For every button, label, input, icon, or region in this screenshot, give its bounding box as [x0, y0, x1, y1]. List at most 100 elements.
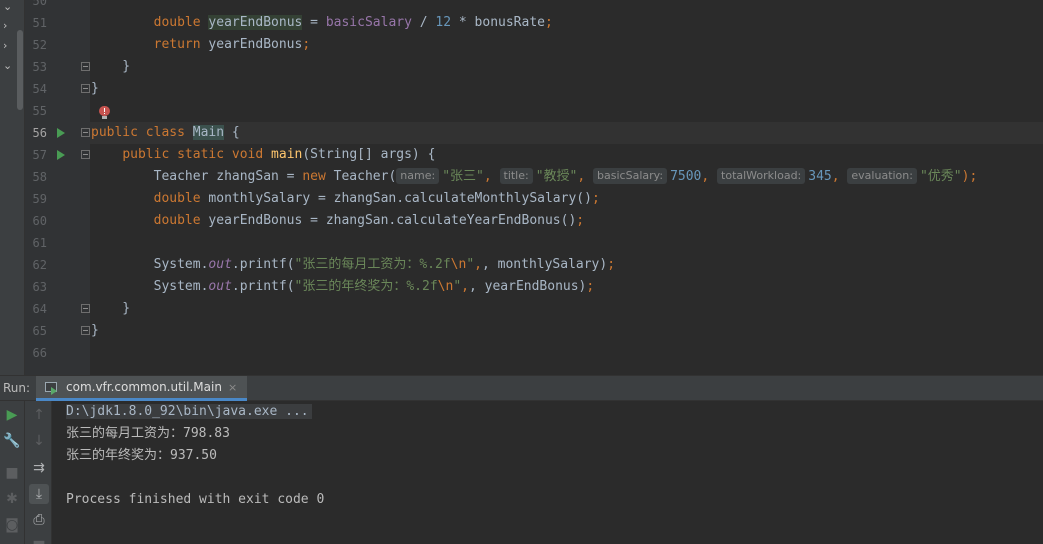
chevron-right-icon[interactable]: ›: [3, 40, 7, 51]
code-text: .printf(: [231, 279, 295, 294]
line-number: 63: [32, 280, 47, 294]
code-text: , monthlySalary): [481, 257, 608, 272]
line-number: 53: [32, 60, 47, 74]
code-line-56[interactable]: public class Main {: [91, 122, 240, 144]
code-line-57[interactable]: public static void main(String[] args) {: [91, 144, 435, 166]
run-toolbar-secondary: ↑ ↓ ⇉ ⤓ ⎙ ▬: [25, 401, 52, 544]
line-number: 55: [32, 104, 47, 118]
console-line: 张三的年终奖为：937.50: [66, 448, 217, 463]
code-line-62[interactable]: System.out.printf("张三的每月工资为：%.2f\n",, mo…: [91, 254, 615, 276]
run-header: Run: com.vfr.common.util.Main ×: [0, 375, 1043, 401]
line-number: 50: [32, 0, 47, 8]
console-line: Process finished with exit code 0: [66, 492, 325, 507]
soft-wrap-icon[interactable]: ⇉: [29, 458, 49, 478]
keyword: double: [153, 213, 201, 228]
code-line-58[interactable]: Teacher zhangSan = new Teacher(name: "张三"…: [91, 166, 977, 188]
code-text: System.: [153, 279, 209, 294]
run-config-tab[interactable]: com.vfr.common.util.Main ×: [36, 376, 248, 401]
code-line-52[interactable]: return yearEndBonus;: [91, 34, 311, 56]
operator: =: [302, 15, 326, 30]
semicolon: ;: [586, 279, 595, 294]
arrow-down-icon[interactable]: ↓: [29, 431, 49, 451]
fold-icon[interactable]: [81, 150, 90, 159]
keyword: class: [145, 125, 185, 140]
console-line: D:\jdk1.8.0_92\bin\java.exe ...: [66, 401, 324, 423]
keyword: public: [122, 147, 170, 162]
line-number: 58: [32, 170, 47, 184]
code-line-63[interactable]: System.out.printf("张三的年终奖为：%.2f\n",, yea…: [91, 276, 595, 298]
camera-icon[interactable]: ◙: [2, 515, 22, 535]
code-line-59[interactable]: double monthlySalary = zhangSan.calculat…: [91, 188, 600, 210]
code-line-53[interactable]: }: [91, 56, 130, 78]
console-line: 张三的每月工资为：798.83: [66, 426, 230, 441]
static-field: out: [208, 257, 232, 272]
number: 345: [808, 169, 832, 184]
string: ": [453, 279, 462, 294]
code-text: System.: [153, 257, 209, 272]
string: "教授": [535, 169, 578, 184]
run-main-icon[interactable]: [57, 150, 65, 160]
line-number: 56: [32, 126, 47, 140]
code-line-51[interactable]: double yearEndBonus = basicSalary / 12 *…: [91, 12, 553, 34]
arrow-up-icon[interactable]: ↑: [29, 405, 49, 425]
fold-icon[interactable]: [81, 62, 90, 71]
close-icon[interactable]: ×: [228, 381, 237, 394]
line-number: 54: [32, 82, 47, 96]
line-number: 61: [32, 236, 47, 250]
number: 12: [435, 15, 452, 30]
console-command: D:\jdk1.8.0_92\bin\java.exe ...: [66, 404, 312, 419]
wrench-icon[interactable]: 🔧: [2, 431, 22, 451]
code-line-65[interactable]: }: [91, 320, 99, 342]
code-editor[interactable]: ⌄ › › ⌄ 50 51 52 53 54 55 56 57 58 59 60…: [0, 0, 1043, 375]
trash-icon[interactable]: ▬: [29, 533, 49, 544]
line-number: 51: [32, 16, 47, 30]
stop-icon[interactable]: ■: [2, 463, 22, 483]
code-line-54[interactable]: }: [91, 78, 99, 100]
code-text: );: [961, 169, 978, 184]
fold-icon[interactable]: [81, 128, 90, 137]
variable-highlighted: yearEndBonus: [208, 15, 303, 30]
parameter-hint: evaluation:: [847, 168, 917, 184]
code-line-64[interactable]: }: [91, 298, 130, 320]
variable: bonusRate: [474, 15, 545, 30]
string: "张三的每月工资为：%.2f: [294, 257, 451, 272]
error-bulb-icon[interactable]: [99, 106, 110, 119]
run-tool-window: Run: com.vfr.common.util.Main × ▶ 🔧 ■ ✱ …: [0, 375, 1043, 544]
operator: /: [411, 15, 436, 30]
parameter-hint: title:: [499, 168, 533, 184]
code-text: .printf(: [231, 257, 295, 272]
run-class-icon[interactable]: [57, 128, 65, 138]
keyword: static: [177, 147, 225, 162]
semicolon: ;: [607, 257, 616, 272]
chevron-right-icon[interactable]: ›: [3, 20, 7, 31]
escape-sequence: \n: [450, 257, 467, 272]
comma: ,: [483, 169, 492, 184]
code-text: monthlySalary = zhangSan.calculateMonthl…: [200, 191, 592, 206]
comma: ,: [577, 169, 586, 184]
fold-icon[interactable]: [81, 84, 90, 93]
keyword: void: [231, 147, 264, 162]
fold-icon[interactable]: [81, 304, 90, 313]
parameter-hint: basicSalary:: [593, 168, 668, 184]
semicolon: ;: [545, 15, 553, 30]
scrollbar-thumb[interactable]: [17, 30, 23, 110]
code-text: Teacher zhangSan =: [153, 169, 303, 184]
line-number: 64: [32, 302, 47, 316]
play-icon[interactable]: ▶: [2, 405, 22, 425]
parameter-hint: totalWorkload:: [717, 168, 806, 184]
run-label: Run:: [3, 381, 31, 395]
string: "优秀": [919, 169, 962, 184]
escape-sequence: \n: [437, 279, 454, 294]
fold-icon[interactable]: [81, 326, 90, 335]
scroll-to-end-icon[interactable]: ⤓: [29, 484, 49, 504]
bug-icon[interactable]: ✱: [2, 489, 22, 509]
print-icon[interactable]: ⎙: [29, 510, 49, 530]
code-line-60[interactable]: double yearEndBonus = zhangSan.calculate…: [91, 210, 584, 232]
chevron-down-icon[interactable]: ⌄: [3, 60, 12, 71]
string: "张三": [442, 169, 484, 184]
chevron-down-icon[interactable]: ⌄: [3, 1, 12, 12]
parameter-hint: name:: [396, 168, 440, 184]
console-output[interactable]: D:\jdk1.8.0_92\bin\java.exe ... 张三的每月工资为…: [66, 401, 324, 511]
line-number: 60: [32, 214, 47, 228]
